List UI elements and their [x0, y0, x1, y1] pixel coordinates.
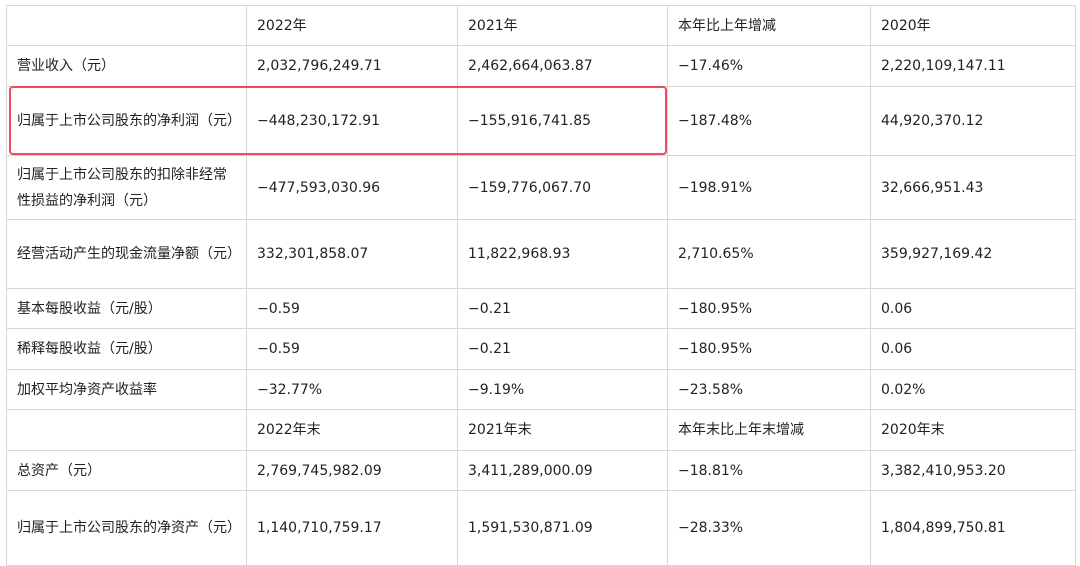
row-label: 总资产（元） — [6, 450, 247, 491]
financial-table-screenshot: 2022年 2021年 本年比上年增减 2020年 营业收入（元） 2,032,… — [0, 0, 1080, 566]
value-cell: −18.81% — [667, 450, 871, 491]
value-cell: −23.58% — [667, 369, 871, 410]
value-cell: 0.06 — [870, 288, 1076, 329]
value-cell: −0.21 — [457, 288, 668, 329]
table-row: 总资产（元） 2,769,745,982.09 3,411,289,000.09… — [6, 450, 1076, 491]
value-cell: −32.77% — [246, 369, 458, 410]
value-cell: 32,666,951.43 — [870, 155, 1076, 220]
header-cell-2022: 2022年 — [246, 5, 458, 46]
value-cell: 44,920,370.12 — [870, 86, 1076, 156]
table-row: 稀释每股收益（元/股） −0.59 −0.21 −180.95% 0.06 — [6, 328, 1076, 370]
value-cell: 3,411,289,000.09 — [457, 450, 668, 491]
header-cell-2022-end: 2022年末 — [246, 409, 458, 451]
value-cell: −477,593,030.96 — [246, 155, 458, 220]
table-row: 归属于上市公司股东的净资产（元） 1,140,710,759.17 1,591,… — [6, 490, 1076, 566]
row-label: 归属于上市公司股东的扣除非经常性损益的净利润（元） — [6, 155, 247, 220]
value-cell: 2,032,796,249.71 — [246, 45, 458, 87]
header-cell-2020-end: 2020年末 — [870, 409, 1076, 451]
value-cell: −448,230,172.91 — [246, 86, 458, 156]
header-cell-empty — [6, 409, 247, 451]
header-row-year-end: 2022年末 2021年末 本年末比上年末增减 2020年末 — [6, 409, 1076, 451]
value-cell: −28.33% — [667, 490, 871, 566]
value-cell: −180.95% — [667, 288, 871, 329]
table-row: 归属于上市公司股东的净利润（元） −448,230,172.91 −155,91… — [6, 86, 1076, 156]
value-cell: 2,710.65% — [667, 219, 871, 289]
value-cell: 1,140,710,759.17 — [246, 490, 458, 566]
value-cell: −17.46% — [667, 45, 871, 87]
value-cell: 11,822,968.93 — [457, 219, 668, 289]
value-cell: −0.59 — [246, 288, 458, 329]
header-cell-change-end: 本年末比上年末增减 — [667, 409, 871, 451]
value-cell: −0.59 — [246, 328, 458, 370]
row-label: 归属于上市公司股东的净资产（元） — [6, 490, 247, 566]
row-label: 归属于上市公司股东的净利润（元） — [6, 86, 247, 156]
value-cell: 2,769,745,982.09 — [246, 450, 458, 491]
header-cell-2021: 2021年 — [457, 5, 668, 46]
table-row: 加权平均净资产收益率 −32.77% −9.19% −23.58% 0.02% — [6, 369, 1076, 410]
value-cell: 2,220,109,147.11 — [870, 45, 1076, 87]
financial-summary-table: 2022年 2021年 本年比上年增减 2020年 营业收入（元） 2,032,… — [6, 5, 1076, 566]
value-cell: −0.21 — [457, 328, 668, 370]
header-row-years: 2022年 2021年 本年比上年增减 2020年 — [6, 5, 1076, 46]
header-cell-empty — [6, 5, 247, 46]
value-cell: 3,382,410,953.20 — [870, 450, 1076, 491]
row-label: 经营活动产生的现金流量净额（元） — [6, 219, 247, 289]
value-cell: 359,927,169.42 — [870, 219, 1076, 289]
row-label: 营业收入（元） — [6, 45, 247, 87]
value-cell: 1,804,899,750.81 — [870, 490, 1076, 566]
value-cell: −155,916,741.85 — [457, 86, 668, 156]
value-cell: −180.95% — [667, 328, 871, 370]
table-row: 归属于上市公司股东的扣除非经常性损益的净利润（元） −477,593,030.9… — [6, 155, 1076, 220]
table-row: 营业收入（元） 2,032,796,249.71 2,462,664,063.8… — [6, 45, 1076, 87]
value-cell: −9.19% — [457, 369, 668, 410]
header-cell-change: 本年比上年增减 — [667, 5, 871, 46]
value-cell: 0.06 — [870, 328, 1076, 370]
value-cell: 332,301,858.07 — [246, 219, 458, 289]
header-cell-2021-end: 2021年末 — [457, 409, 668, 451]
table-row: 经营活动产生的现金流量净额（元） 332,301,858.07 11,822,9… — [6, 219, 1076, 289]
value-cell: 1,591,530,871.09 — [457, 490, 668, 566]
value-cell: −198.91% — [667, 155, 871, 220]
value-cell: −187.48% — [667, 86, 871, 156]
header-cell-2020: 2020年 — [870, 5, 1076, 46]
value-cell: 2,462,664,063.87 — [457, 45, 668, 87]
row-label: 稀释每股收益（元/股） — [6, 328, 247, 370]
table-row: 基本每股收益（元/股） −0.59 −0.21 −180.95% 0.06 — [6, 288, 1076, 329]
value-cell: −159,776,067.70 — [457, 155, 668, 220]
value-cell: 0.02% — [870, 369, 1076, 410]
row-label: 加权平均净资产收益率 — [6, 369, 247, 410]
row-label: 基本每股收益（元/股） — [6, 288, 247, 329]
